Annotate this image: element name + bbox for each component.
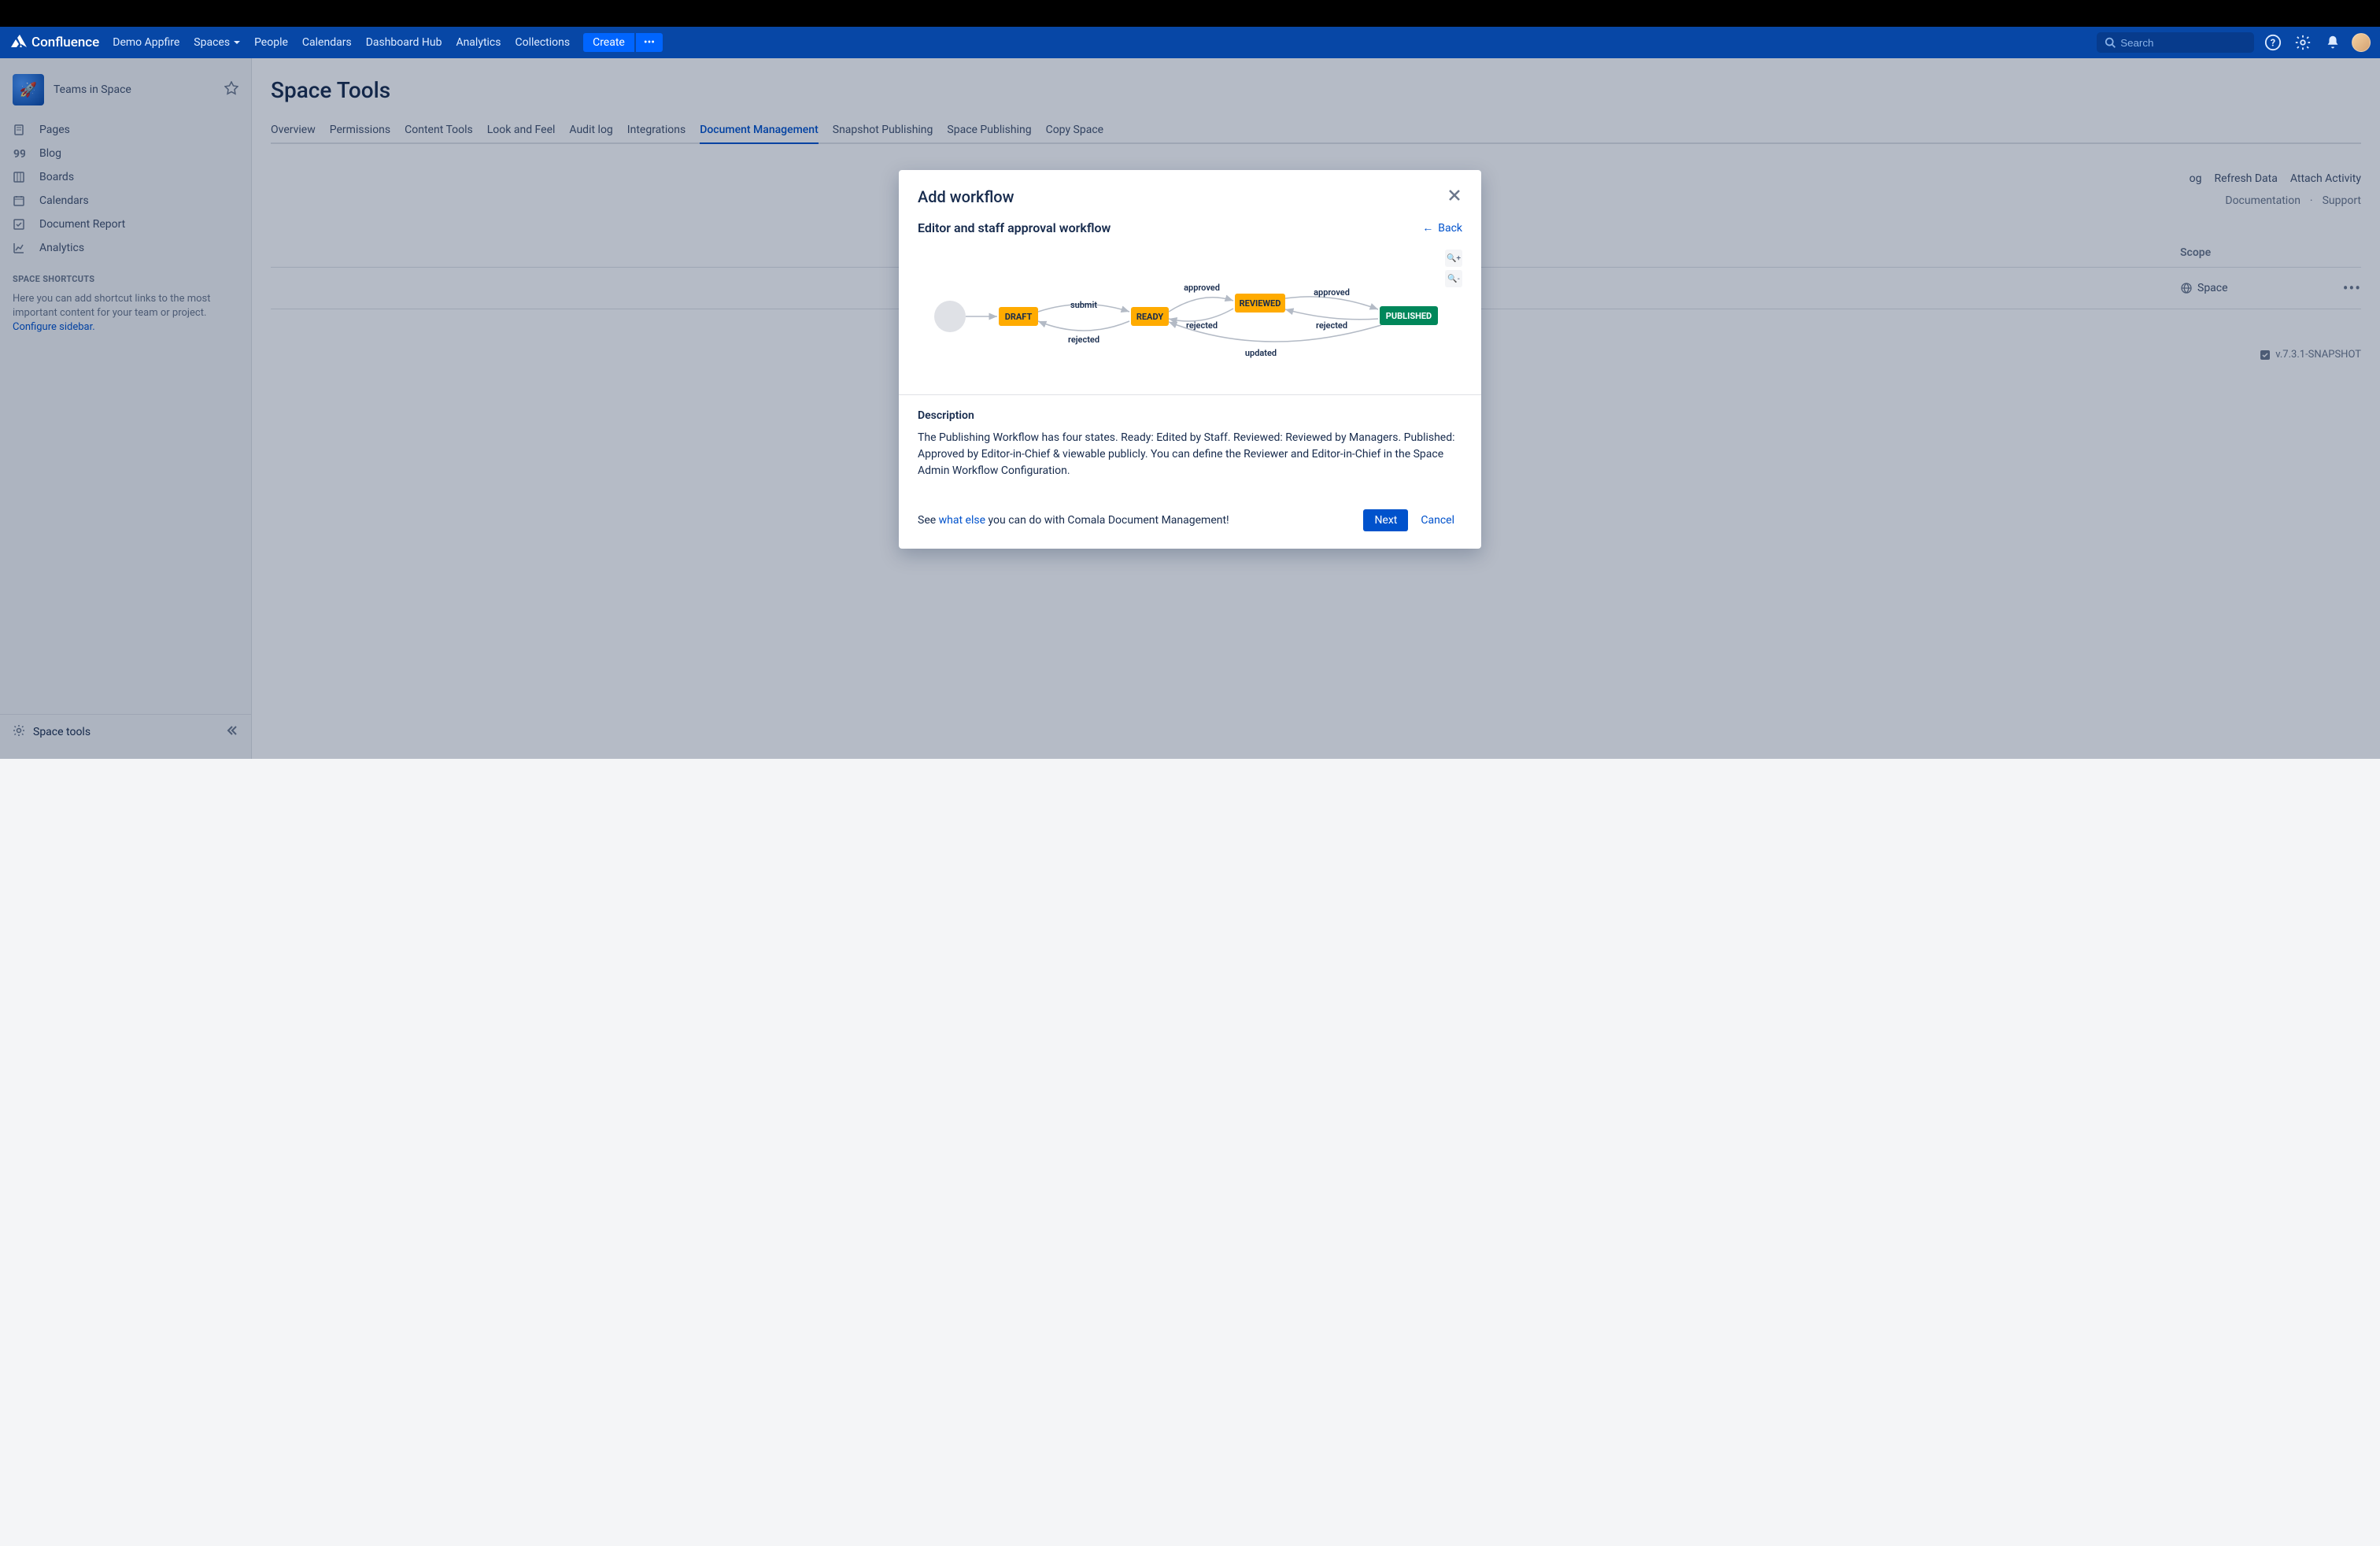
workflow-diagram: 🔍+ 🔍- DRAFT submit xyxy=(899,242,1481,395)
zoom-out-icon: 🔍- xyxy=(1447,275,1459,283)
svg-text:PUBLISHED: PUBLISHED xyxy=(1386,311,1432,321)
svg-text:approved: approved xyxy=(1184,283,1220,293)
svg-text:?: ? xyxy=(2271,38,2275,50)
cancel-button[interactable]: Cancel xyxy=(1413,509,1462,531)
next-button[interactable]: Next xyxy=(1363,509,1408,531)
nav-item-5[interactable]: Analytics xyxy=(449,33,508,52)
svg-text:READY: READY xyxy=(1136,312,1164,322)
modal-title: Add workflow xyxy=(918,187,1447,206)
modal-back-button[interactable]: ← Back xyxy=(1422,221,1462,235)
user-avatar[interactable] xyxy=(2352,33,2371,52)
nav-item-3[interactable]: Calendars xyxy=(295,33,359,52)
svg-text:DRAFT: DRAFT xyxy=(1005,312,1033,322)
svg-text:rejected: rejected xyxy=(1068,335,1099,345)
search-input[interactable] xyxy=(2120,37,2246,49)
modal-subtitle: Editor and staff approval workflow xyxy=(918,220,1422,235)
global-header: Confluence Demo Appfire Spaces People Ca… xyxy=(0,27,2380,58)
help-icon: ? xyxy=(2264,34,2282,51)
search-box[interactable] xyxy=(2097,32,2254,53)
bell-icon xyxy=(2324,34,2341,51)
create-more-button[interactable]: ••• xyxy=(636,33,663,52)
help-button[interactable]: ? xyxy=(2262,31,2284,54)
workflow-svg: DRAFT submit rejected READY approved rej xyxy=(918,257,1462,375)
close-icon xyxy=(1447,187,1462,203)
nav-item-2[interactable]: People xyxy=(247,33,295,52)
arrow-left-icon: ← xyxy=(1422,221,1433,235)
zoom-in-icon: 🔍+ xyxy=(1447,254,1461,263)
settings-button[interactable] xyxy=(2292,31,2314,54)
nav-item-4[interactable]: Dashboard Hub xyxy=(359,33,449,52)
search-icon xyxy=(2105,36,2116,49)
see-more-text: See what else you can do with Comala Doc… xyxy=(918,514,1229,527)
what-else-link[interactable]: what else xyxy=(939,514,985,527)
description-text: The Publishing Workflow has four states.… xyxy=(918,430,1462,479)
nav-item-0[interactable]: Demo Appfire xyxy=(105,33,187,52)
product-name: Confluence xyxy=(31,35,99,50)
svg-text:submit: submit xyxy=(1070,300,1097,310)
nav-item-6[interactable]: Collections xyxy=(508,33,577,52)
svg-text:updated: updated xyxy=(1245,348,1277,358)
notifications-button[interactable] xyxy=(2322,31,2344,54)
svg-text:REVIEWED: REVIEWED xyxy=(1240,298,1281,309)
gear-icon xyxy=(2294,34,2312,51)
modal-close-button[interactable] xyxy=(1447,187,1462,206)
product-logo[interactable]: Confluence xyxy=(9,33,99,52)
modal-overlay[interactable]: Add workflow Editor and staff approval w… xyxy=(0,58,2380,759)
zoom-out-button[interactable]: 🔍- xyxy=(1445,270,1462,287)
nav-item-spaces[interactable]: Spaces xyxy=(187,33,247,52)
svg-text:approved: approved xyxy=(1314,287,1350,298)
zoom-in-button[interactable]: 🔍+ xyxy=(1445,250,1462,267)
svg-text:rejected: rejected xyxy=(1316,320,1347,331)
create-button[interactable]: Create xyxy=(583,33,634,52)
description-heading: Description xyxy=(918,409,1462,422)
add-workflow-modal: Add workflow Editor and staff approval w… xyxy=(899,170,1481,549)
ellipsis-icon: ••• xyxy=(644,36,655,49)
